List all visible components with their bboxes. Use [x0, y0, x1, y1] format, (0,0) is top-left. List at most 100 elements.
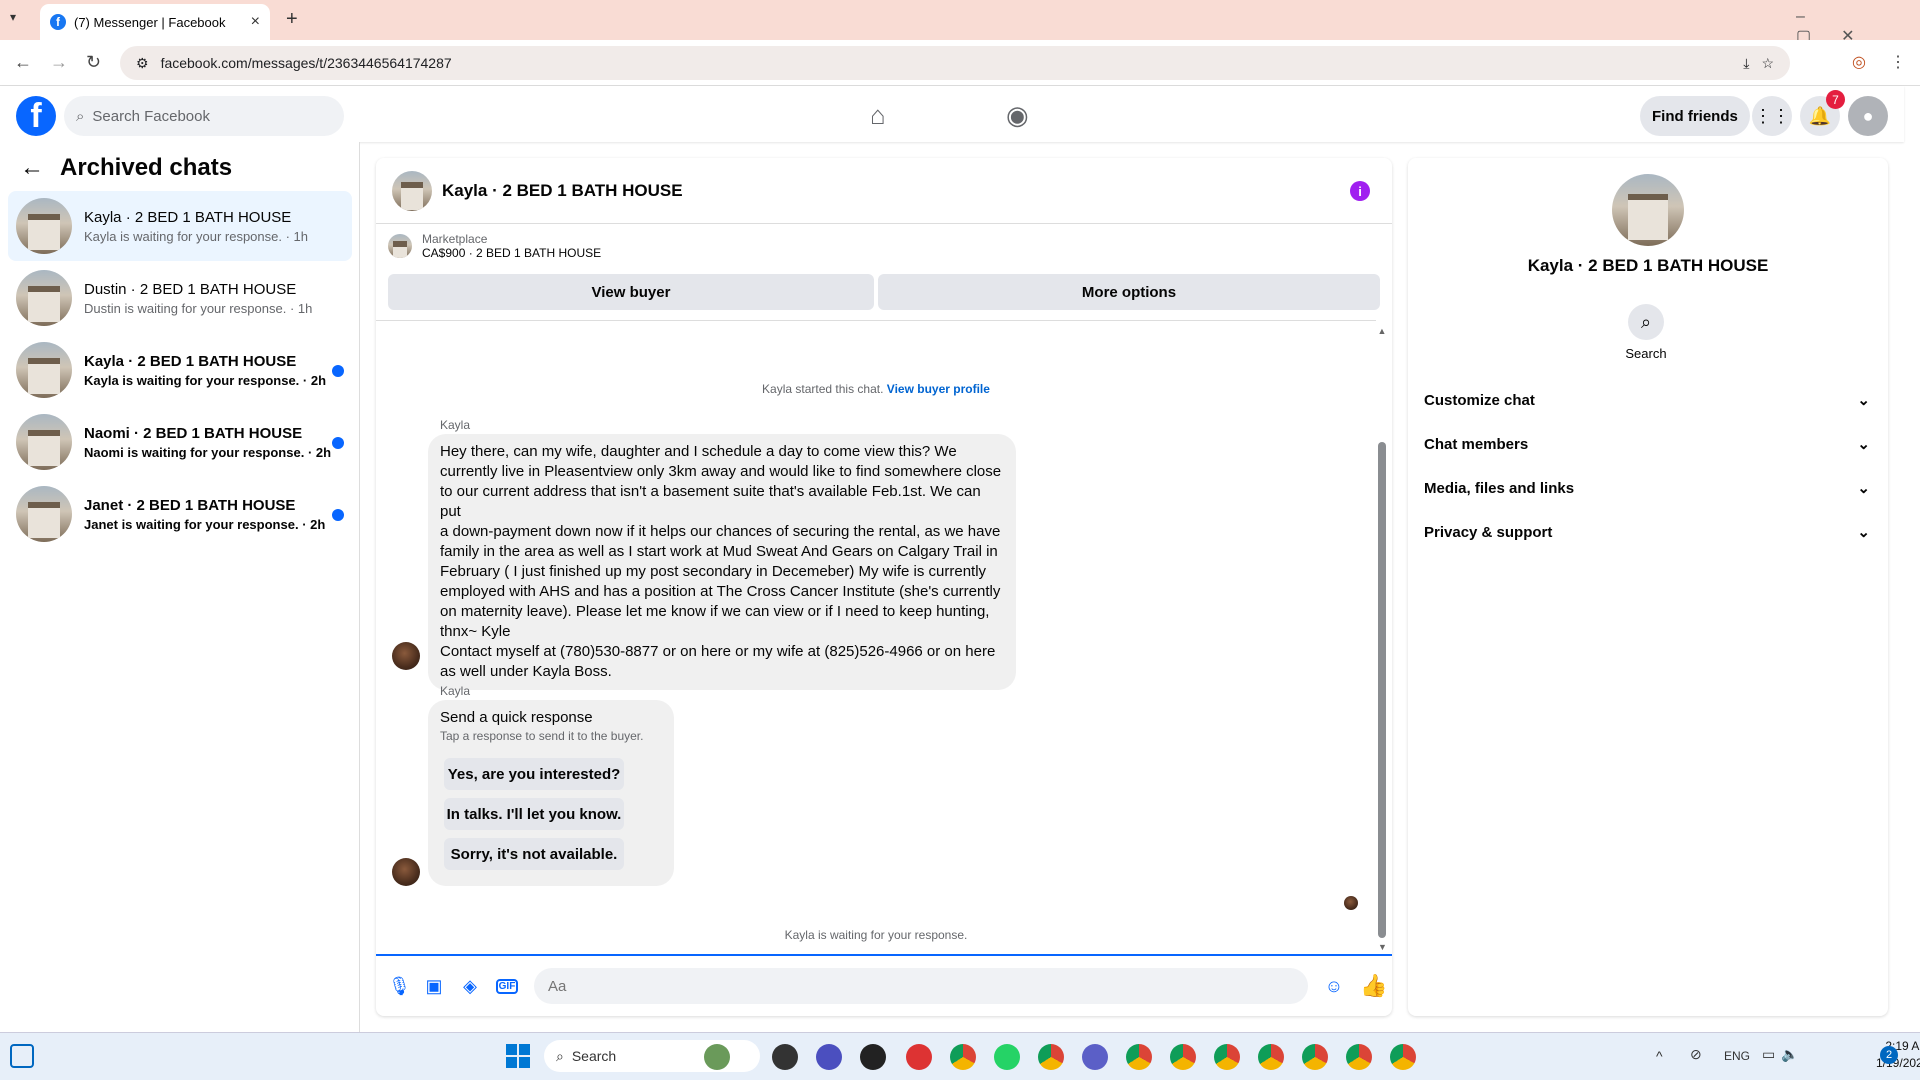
quick-reply-not-available[interactable]: Sorry, it's not available.	[444, 838, 624, 870]
chat-preview: Kayla is waiting for your response. · 1h	[84, 228, 309, 244]
chat-name: Naomi · 2 BED 1 BATH HOUSE	[84, 424, 303, 442]
chat-list-item[interactable]: Naomi · 2 BED 1 BATH HOUSE Naomi is waiti…	[8, 407, 352, 477]
photo-icon[interactable]: ▣	[424, 976, 444, 997]
more-options-button[interactable]: More options	[878, 274, 1380, 310]
gif-icon[interactable]: GIF	[496, 978, 518, 994]
landscape-widget-icon[interactable]	[704, 1044, 730, 1070]
chrome-profile-icon[interactable]	[1258, 1044, 1284, 1070]
tab-search-chevron-icon[interactable]: ▾	[10, 10, 16, 24]
chat-list-item[interactable]: Dustin · 2 BED 1 BATH HOUSE Dustin is wai…	[8, 263, 352, 333]
microphone-icon[interactable]: 🎙	[388, 976, 411, 997]
profile-icon[interactable]: ◎	[1852, 52, 1866, 72]
details-section[interactable]: Privacy & support ⌄	[1424, 510, 1878, 554]
seen-indicator-avatar	[1344, 896, 1358, 910]
listing-thumbnail	[388, 234, 412, 258]
close-tab-icon[interactable]: ×	[251, 13, 260, 31]
install-app-icon[interactable]: ⤓	[1743, 55, 1749, 72]
scroll-thumb[interactable]	[1378, 442, 1386, 938]
widgets-icon[interactable]	[10, 1044, 34, 1068]
language-indicator[interactable]: ENG	[1724, 1049, 1750, 1063]
sender-avatar[interactable]	[392, 858, 420, 886]
file-explorer-icon[interactable]	[772, 1044, 798, 1070]
start-windows-icon[interactable]	[506, 1044, 530, 1068]
chat-avatar	[16, 486, 72, 542]
facebook-logo-icon[interactable]: f	[16, 96, 56, 136]
message-line: currently live in Pleasentview only 3km …	[440, 463, 1002, 480]
marketplace-label: Marketplace	[422, 232, 488, 246]
details-section[interactable]: Customize chat ⌄	[1424, 378, 1878, 422]
tray-chevron-icon[interactable]: ^	[1656, 1048, 1663, 1064]
conversation-info-icon[interactable]: i	[1350, 181, 1370, 201]
snipping-tool-icon[interactable]	[906, 1044, 932, 1070]
chrome-profile-icon[interactable]	[1302, 1044, 1328, 1070]
network-off-icon[interactable]: ⊘	[1690, 1046, 1702, 1063]
url-bar[interactable]: ⚙ facebook.com/messages/t/23634465641742…	[120, 46, 1790, 80]
emoji-icon[interactable]: ☺	[1324, 976, 1344, 997]
chat-name: Dustin · 2 BED 1 BATH HOUSE	[84, 280, 297, 298]
chevron-down-icon: ⌄	[1857, 392, 1870, 409]
teams-icon[interactable]	[1082, 1044, 1108, 1070]
bookmark-star-icon[interactable]: ☆	[1761, 55, 1774, 72]
chat-list-item[interactable]: Kayla · 2 BED 1 BATH HOUSE Kayla is waiti…	[8, 191, 352, 261]
chat-list-item[interactable]: Janet · 2 BED 1 BATH HOUSE Janet is waiti…	[8, 479, 352, 549]
view-buyer-profile-link[interactable]: View buyer profile	[887, 382, 990, 396]
browser-menu-icon[interactable]: ⋮	[1890, 52, 1906, 72]
quick-response-sender: Kayla	[440, 684, 471, 698]
scroll-up-icon[interactable]: ▲	[1376, 326, 1388, 336]
quick-reply-in-talks[interactable]: In talks. I'll let you know.	[444, 798, 624, 830]
sticky-notes-icon[interactable]	[860, 1044, 886, 1070]
site-info-icon[interactable]: ⚙	[136, 55, 149, 72]
chrome-icon[interactable]	[950, 1044, 976, 1070]
message-bubble[interactable]: Hey there, can my wife, daughter and I s…	[428, 434, 1016, 690]
find-friends-button[interactable]: Find friends	[1640, 96, 1750, 136]
back-icon[interactable]: ←	[14, 52, 32, 73]
chrome-profile-icon[interactable]	[1126, 1044, 1152, 1070]
conversation-title[interactable]: Kayla · 2 BED 1 BATH HOUSE	[442, 181, 683, 201]
quick-reply-interested[interactable]: Yes, are you interested?	[444, 758, 624, 790]
reload-icon[interactable]: ↻	[86, 52, 101, 73]
chrome-profile-icon[interactable]	[1170, 1044, 1196, 1070]
details-search-icon[interactable]: ⌕	[1628, 304, 1664, 340]
search-facebook-input[interactable]: ⌕ Search Facebook	[64, 96, 344, 136]
scroll-down-icon[interactable]: ▼	[1378, 942, 1387, 952]
details-section[interactable]: Chat members ⌄	[1424, 422, 1878, 466]
home-icon[interactable]: ⌂	[870, 100, 886, 131]
message-line: Contact myself at (780)530-8877 or on he…	[440, 643, 996, 660]
groups-icon[interactable]: ◉	[1006, 100, 1029, 131]
conversation-avatar[interactable]	[392, 170, 432, 211]
marketplace-listing[interactable]: Marketplace CA$900 · 2 BED 1 BATH HOUSE	[388, 232, 601, 260]
chrome-profile-icon[interactable]	[1214, 1044, 1240, 1070]
chrome-profile-icon[interactable]	[1038, 1044, 1064, 1070]
message-sender: Kayla	[440, 418, 471, 432]
back-arrow-icon[interactable]: ←	[20, 154, 44, 182]
details-section-label: Media, files and links	[1424, 479, 1575, 497]
message-line: as well under Kayla Boss.	[440, 663, 612, 680]
chrome-profile-icon[interactable]	[1346, 1044, 1372, 1070]
listing-price-title: CA$900 · 2 BED 1 BATH HOUSE	[422, 246, 602, 260]
whatsapp-icon[interactable]	[994, 1044, 1020, 1070]
taskbar-search-icon: ⌕	[556, 1047, 564, 1064]
message-input[interactable]	[534, 968, 1308, 1004]
chat-preview: Janet is waiting for your response. · 2h	[84, 516, 326, 532]
chrome-profile-icon[interactable]	[1390, 1044, 1416, 1070]
view-buyer-button[interactable]: View buyer	[388, 274, 874, 310]
browser-tab[interactable]: f (7) Messenger | Facebook ×	[40, 4, 270, 40]
notification-center-badge[interactable]: 2	[1880, 1046, 1898, 1064]
waiting-notice: Kayla is waiting for your response.	[784, 928, 968, 942]
volume-display-icons[interactable]: ▭🔈	[1762, 1046, 1805, 1063]
menu-grid-icon[interactable]: ⋮⋮	[1752, 96, 1792, 136]
details-section[interactable]: Media, files and links ⌄	[1424, 466, 1878, 510]
sticker-icon[interactable]: ◈	[460, 976, 480, 997]
details-name[interactable]: Kayla · 2 BED 1 BATH HOUSE	[1408, 256, 1888, 276]
message-line: February ( I just finished up my post se…	[440, 563, 987, 580]
meet-icon[interactable]	[816, 1044, 842, 1070]
conversation-header: Kayla · 2 BED 1 BATH HOUSE	[376, 158, 1392, 224]
forward-icon[interactable]: →	[50, 52, 68, 73]
sender-avatar[interactable]	[392, 642, 420, 670]
archived-chats-title: Archived chats	[60, 154, 233, 181]
new-tab-icon[interactable]: +	[286, 8, 298, 31]
account-avatar-icon[interactable]: ●	[1848, 96, 1888, 136]
thumbs-up-icon[interactable]: 👍	[1360, 973, 1387, 999]
chat-list-item[interactable]: Kayla · 2 BED 1 BATH HOUSE Kayla is waiti…	[8, 335, 352, 405]
details-avatar[interactable]	[1612, 174, 1684, 246]
